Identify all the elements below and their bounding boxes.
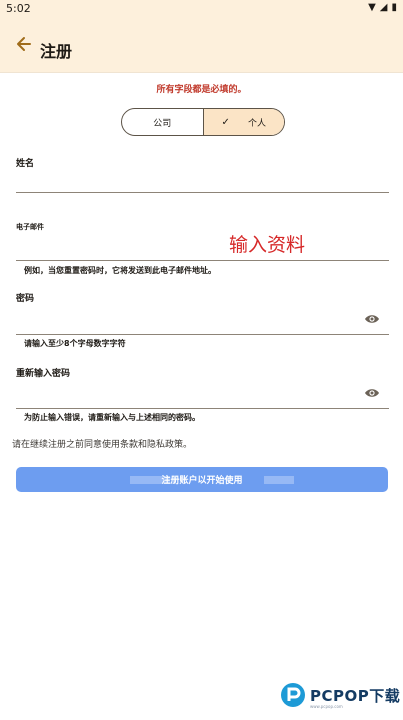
- email-underline: [16, 260, 389, 261]
- status-time: 5:02: [6, 2, 31, 15]
- password-confirm-field[interactable]: [16, 380, 360, 406]
- page-title: 注册: [40, 42, 73, 61]
- email-helper: 例如，当您重置密码时，它将发送到此电子邮件地址。: [24, 266, 216, 275]
- show-password-confirm-eye-icon[interactable]: [364, 387, 380, 399]
- account-type-personal-label: 个人: [247, 118, 266, 129]
- status-icons: ▼ ◢ ▮: [368, 2, 397, 14]
- password-label: 密码: [16, 294, 35, 304]
- password-confirm-underline: [16, 408, 389, 409]
- password-confirm-label: 重新输入密码: [16, 369, 71, 379]
- account-type-company-label: 公司: [153, 118, 172, 129]
- name-underline: [16, 192, 389, 193]
- name-field[interactable]: [16, 166, 360, 192]
- battery-icon: ▮: [391, 2, 397, 13]
- show-password-eye-icon[interactable]: [364, 313, 380, 325]
- password-confirm-helper: 为防止输入错误，请重新输入与上述相同的密码。: [24, 413, 200, 422]
- password-field[interactable]: [16, 305, 360, 331]
- watermark-brand: PCPOP下载: [310, 686, 401, 705]
- checkmark-icon: ✓: [221, 116, 230, 128]
- overlay-annotation: 输入资料: [229, 234, 306, 256]
- register-button-label: 注册账户以开始使用: [161, 476, 243, 486]
- email-label: 电子邮件: [16, 223, 44, 231]
- email-field[interactable]: [16, 232, 360, 258]
- required-note: 所有字段都是必填的。: [156, 85, 247, 95]
- back-arrow-icon[interactable]: [14, 34, 34, 54]
- status-bar: 5:02 ▼ ◢ ▮: [0, 0, 403, 18]
- register-button[interactable]: 注册账户以开始使用: [16, 467, 388, 492]
- account-type-toggle: 公司 ✓ 个人: [121, 108, 285, 136]
- signal-icon: ◢: [379, 2, 388, 13]
- terms-text: 请在继续注册之前同意使用条款和隐私政策。: [12, 440, 193, 450]
- password-underline: [16, 334, 389, 335]
- app-bar: 注册: [0, 18, 403, 73]
- watermark: PCPOP下载 www.pcpop.com: [280, 682, 401, 709]
- account-type-personal[interactable]: ✓ 个人: [202, 109, 284, 135]
- pcpop-logo-icon: [281, 683, 305, 707]
- watermark-tagline: www.pcpop.com: [310, 704, 343, 709]
- account-type-company[interactable]: 公司: [122, 109, 203, 135]
- password-helper: 请输入至少8个字母数字字符: [24, 339, 126, 348]
- wifi-icon: ▼: [368, 2, 376, 13]
- blur-right: [264, 476, 294, 484]
